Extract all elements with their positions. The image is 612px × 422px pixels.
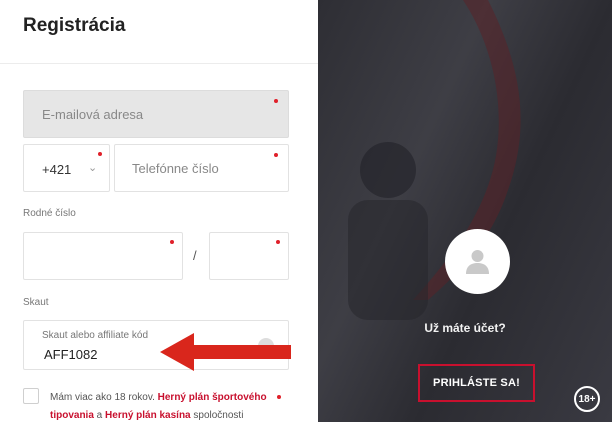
required-indicator bbox=[170, 240, 174, 244]
phone-prefix-value: +421 bbox=[42, 162, 72, 177]
avatar bbox=[445, 229, 510, 294]
age-consent-text: Mám viac ako 18 rokov. Herný plán športo… bbox=[50, 389, 272, 422]
scout-field-label: Skaut alebo affiliate kód bbox=[42, 330, 149, 341]
age-consent-checkbox[interactable] bbox=[23, 388, 39, 404]
required-indicator bbox=[274, 153, 278, 157]
scout-code-value: AFF1082 bbox=[44, 347, 98, 362]
header-divider bbox=[0, 63, 318, 64]
email-placeholder: E-mailová adresa bbox=[42, 107, 144, 122]
required-indicator bbox=[98, 152, 102, 156]
phone-field[interactable]: Telefónne číslo bbox=[114, 144, 289, 192]
required-indicator bbox=[274, 99, 278, 103]
consent-text-1: Mám viac ako 18 rokov. bbox=[50, 392, 158, 403]
login-side-panel: Už máte účet? PRIHLÁSTE SA! 18+ bbox=[318, 0, 612, 422]
user-icon bbox=[466, 250, 489, 274]
background-decoration bbox=[348, 0, 521, 320]
chevron-down-icon: ⌄ bbox=[88, 162, 98, 174]
birth-number-separator: / bbox=[193, 248, 197, 263]
scout-label: Skaut bbox=[23, 297, 49, 308]
login-button[interactable]: PRIHLÁSTE SA! bbox=[418, 364, 535, 402]
arrow-left-icon bbox=[160, 333, 291, 371]
phone-prefix-select[interactable]: +421 ⌄ bbox=[23, 144, 110, 192]
age-restriction-badge: 18+ bbox=[574, 386, 600, 412]
birth-number-suffix-field[interactable] bbox=[209, 232, 289, 280]
consent-text-2: a bbox=[93, 410, 106, 421]
required-indicator bbox=[277, 395, 281, 399]
email-field[interactable]: E-mailová adresa bbox=[23, 90, 289, 138]
required-indicator bbox=[276, 240, 280, 244]
birth-number-field[interactable] bbox=[23, 232, 183, 280]
registration-form-panel: Registrácia E-mailová adresa +421 ⌄ Tele… bbox=[0, 0, 318, 422]
casino-plan-link[interactable]: Herný plán kasína bbox=[105, 410, 191, 421]
page-title: Registrácia bbox=[23, 15, 126, 36]
birth-number-label: Rodné číslo bbox=[23, 208, 76, 219]
have-account-question: Už máte účet? bbox=[424, 321, 506, 335]
phone-placeholder: Telefónne číslo bbox=[132, 161, 219, 176]
